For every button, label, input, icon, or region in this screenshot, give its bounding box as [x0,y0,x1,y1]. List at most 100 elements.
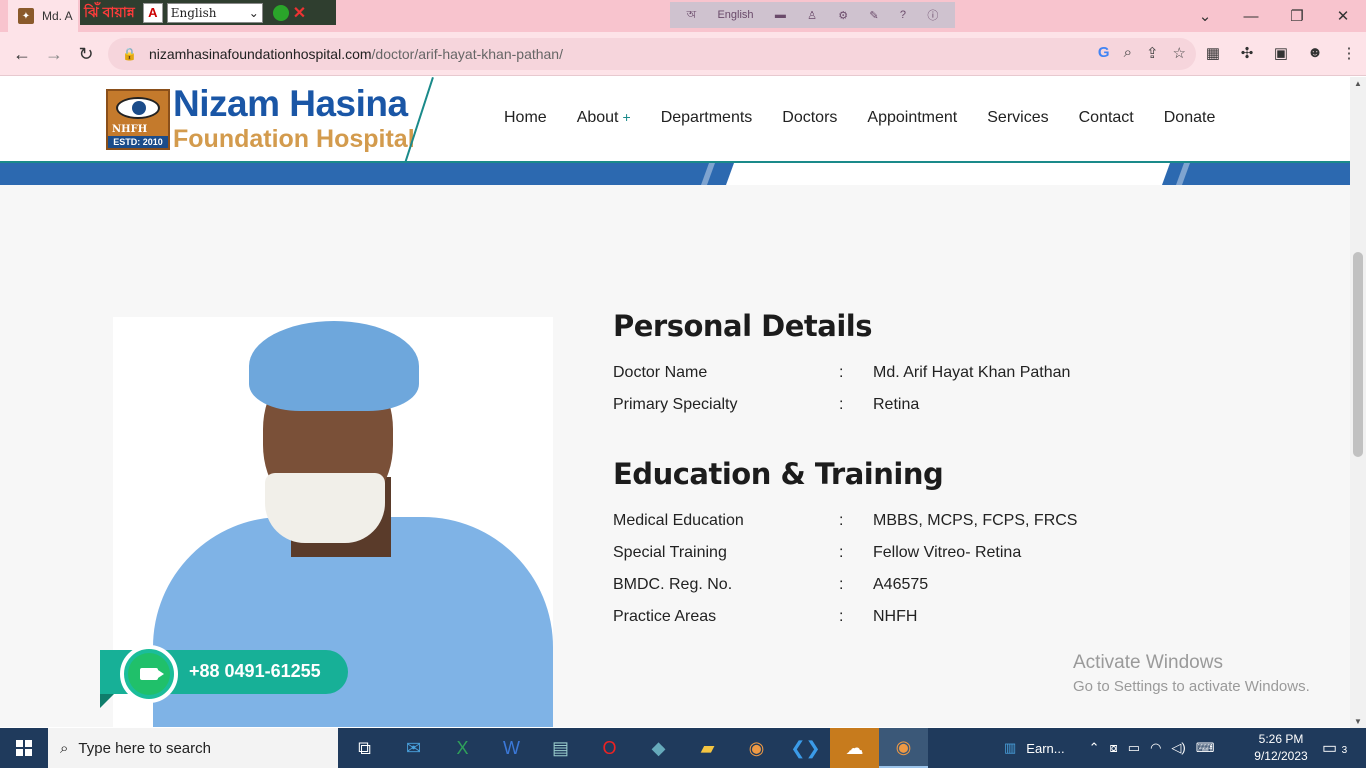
close-icon[interactable]: ✕ [1320,0,1366,32]
share-icon[interactable]: ⇪ [1146,44,1159,62]
address-bar[interactable]: 🔒 nizamhasinafoundationhospital.com/doct… [108,38,1196,70]
nav-appointment[interactable]: Appointment [867,109,957,127]
detail-label: Special Training [613,544,727,561]
opera-icon[interactable]: O [585,728,634,768]
side-panel-icon[interactable]: ▣ [1272,44,1290,62]
detail-row: Medical Education : MBBS, MCPS, FCPS, FR… [613,505,1313,537]
scroll-down-icon[interactable]: ▼ [1354,717,1362,726]
brand-name-line1[interactable]: Nizam Hasina [173,83,408,125]
tray-app-label[interactable]: Earn... [1026,741,1064,756]
chrome-icon[interactable]: ◉ [732,728,781,768]
cloud-app-icon[interactable]: ☁ [830,728,879,768]
web-page: NHFH ESTD: 2010 Nizam Hasina Foundation … [0,77,1350,727]
nav-contact[interactable]: Contact [1079,109,1134,127]
excel-icon[interactable]: X [438,728,487,768]
language-label[interactable]: English [717,9,753,21]
page-scrollbar[interactable]: ▲ ▼ [1350,77,1366,728]
bangla-letter-icon[interactable]: অ [687,6,697,25]
menu-kebab-icon[interactable]: ⋮ [1340,44,1358,62]
taskbar-search[interactable]: ⌕ Type here to search [48,728,338,768]
nav-doctors[interactable]: Doctors [782,109,837,127]
ime-mode-icon[interactable]: A [142,2,163,23]
nav-about-label: About [576,109,619,126]
detail-colon: : [839,396,844,413]
chrome-active-icon[interactable]: ◉ [879,728,928,768]
zoom-icon[interactable]: ⌕ [1124,44,1132,62]
scrollbar-thumb[interactable] [1353,252,1363,457]
scroll-up-icon[interactable]: ▲ [1354,79,1362,88]
detail-label: BMDC. Reg. No. [613,576,733,593]
date: 9/12/2023 [1254,749,1308,763]
main-nav: Home About + Departments Doctors Appointm… [504,109,1215,127]
ime-language-value: English [170,5,217,20]
forward-icon[interactable]: → [42,42,66,66]
search-placeholder: Type here to search [78,739,211,757]
nav-services[interactable]: Services [987,109,1048,127]
edit-icon[interactable]: ✎ [869,9,878,22]
settings-icon[interactable]: ⚙ [838,9,848,22]
chevron-up-icon[interactable]: ⌃ [1089,740,1100,756]
profile-avatar-icon[interactable]: ☻ [1306,44,1324,62]
detail-value: Fellow Vitreo- Retina [873,544,1022,561]
git-icon[interactable]: ◆ [634,728,683,768]
keyboard-icon[interactable]: ▬ [775,9,786,21]
nav-about[interactable]: About + [577,109,631,127]
video-call-button[interactable] [120,645,178,703]
detail-label: Doctor Name [613,364,708,381]
tab-search-icon[interactable]: ⌄ [1182,0,1228,32]
detail-colon: : [839,512,844,529]
brush-icon[interactable]: ♙ [807,9,817,22]
hospital-logo[interactable]: NHFH ESTD: 2010 [106,89,170,150]
bookmark-star-icon[interactable]: ☆ [1173,44,1186,62]
time: 5:26 PM [1258,732,1304,746]
notification-center[interactable]: ▭ 3 [1322,738,1347,758]
extension-app-icon[interactable]: ▦ [1204,44,1222,62]
browser-tab[interactable]: ✦ Md. A [8,0,78,32]
keyboard-icon[interactable]: ⌨ [1196,740,1215,756]
detail-colon: : [839,364,844,381]
notes-app-icon[interactable]: ▤ [536,728,585,768]
nav-departments[interactable]: Departments [661,109,753,127]
camera-icon[interactable]: ⧇ [1110,740,1118,756]
reload-icon[interactable]: ↻ [74,42,98,66]
document-app-icon[interactable]: ▥ [1004,740,1016,756]
detail-value: Md. Arif Hayat Khan Pathan [873,364,1071,381]
url-path: /doctor/arif-hayat-khan-pathan/ [371,46,563,62]
word-icon[interactable]: W [487,728,536,768]
minimize-icon[interactable]: — [1228,0,1274,32]
taskbar-apps: ⧉ ✉ X W ▤ O ◆ ▰ ◉ ❮❯ ☁ ◉ [340,728,928,768]
help-icon[interactable]: ? [900,9,906,21]
detail-row: Primary Specialty : Retina [613,389,1313,421]
surgical-cap [249,321,419,411]
lock-icon[interactable]: 🔒 [122,47,137,61]
nav-donate[interactable]: Donate [1164,109,1216,127]
ime-play-icon[interactable] [272,4,289,21]
detail-colon: : [839,544,844,561]
battery-icon[interactable]: ▭ [1128,740,1140,756]
volume-icon[interactable]: ◁) [1171,740,1185,756]
ime-close-icon[interactable]: ✕ [293,3,306,23]
file-explorer-icon[interactable]: ▰ [683,728,732,768]
task-view-icon[interactable]: ⧉ [340,728,389,768]
restore-icon[interactable]: ❐ [1274,0,1320,32]
site-header: NHFH ESTD: 2010 Nizam Hasina Foundation … [0,77,1350,166]
extensions-puzzle-icon[interactable]: ✣ [1238,44,1256,62]
detail-colon: : [839,576,844,593]
ime-language-select[interactable]: English ⌄ [166,2,263,23]
start-button[interactable] [0,728,48,768]
eye-icon [116,97,160,119]
back-icon[interactable]: ← [10,42,34,66]
detail-colon: : [839,608,844,625]
detail-row: Doctor Name : Md. Arif Hayat Khan Pathan [613,357,1313,389]
mail-icon[interactable]: ✉ [389,728,438,768]
wifi-icon[interactable]: ◠ [1150,740,1161,756]
google-icon[interactable]: G [1098,44,1110,62]
detail-value: Retina [873,396,920,413]
clock[interactable]: 5:26 PM 9/12/2023 [1246,731,1316,765]
call-number[interactable]: +88 0491-61255 [189,661,321,682]
vscode-icon[interactable]: ❮❯ [781,728,830,768]
info-icon[interactable]: ⓘ [927,7,938,23]
brand-name-line2[interactable]: Foundation Hospital [173,125,415,154]
banner-white-band [725,163,1171,185]
nav-home[interactable]: Home [504,109,547,127]
